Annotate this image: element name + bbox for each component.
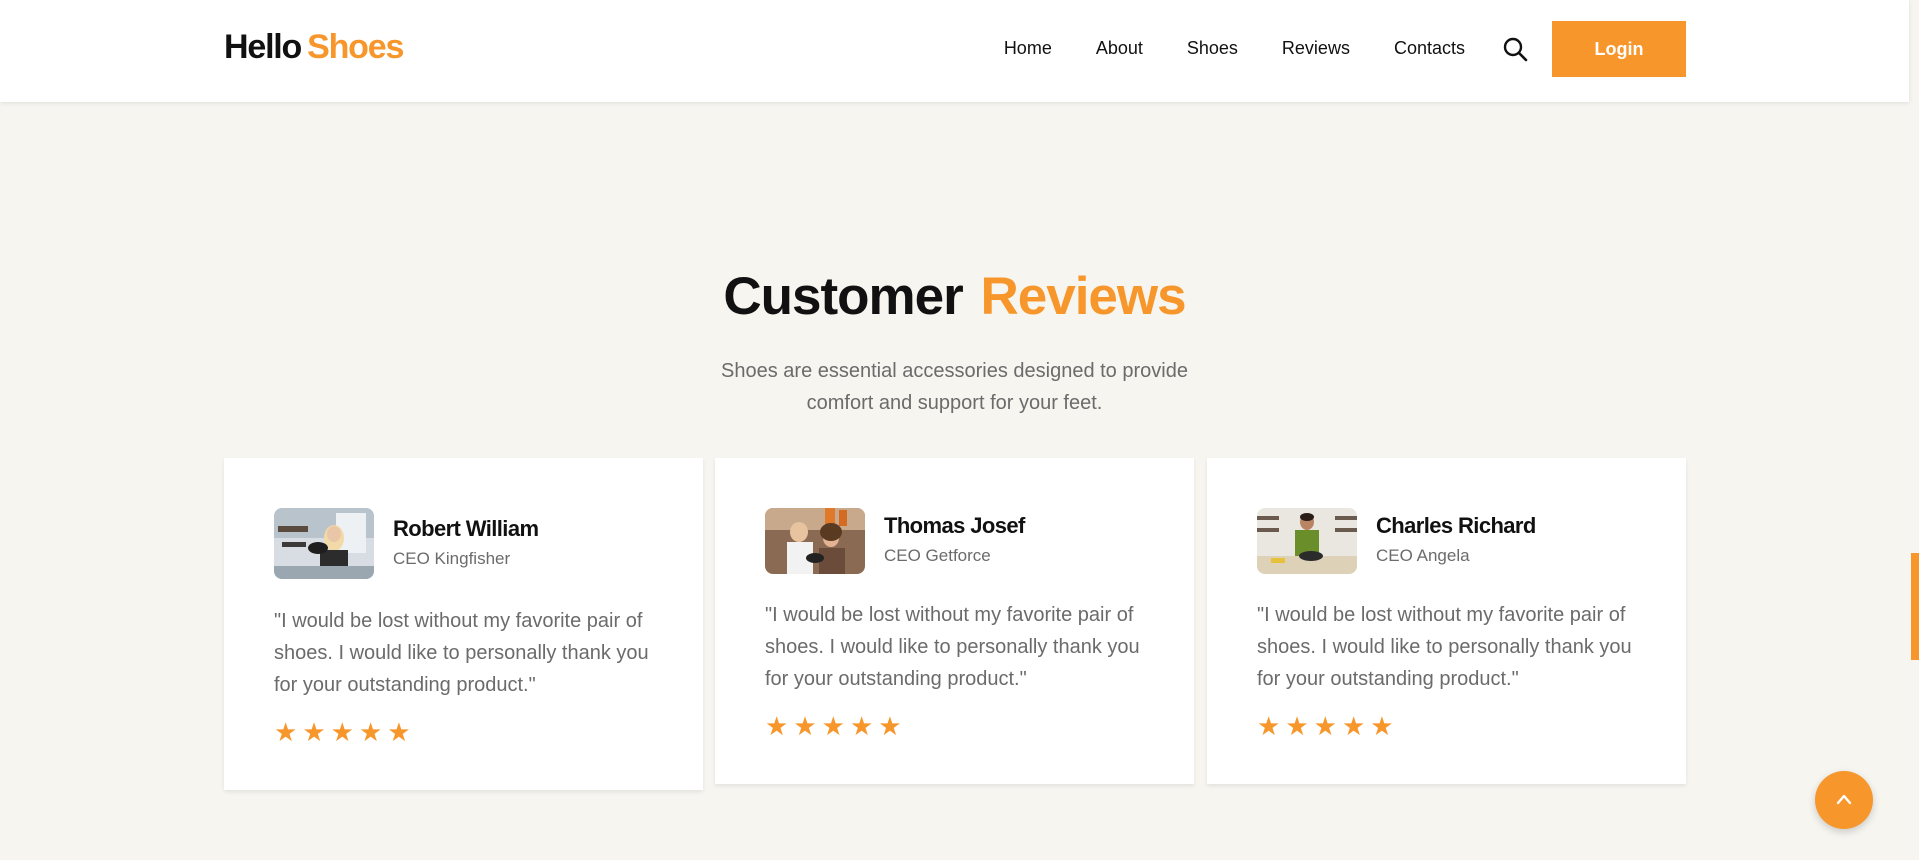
review-text: "I would be lost without my favorite pai… (274, 610, 649, 696)
nav-link-reviews[interactable]: Reviews (1282, 38, 1350, 59)
star-icon: ★ (1341, 711, 1366, 741)
reviewer-role: CEO Getforce (884, 546, 991, 565)
star-icon: ★ (849, 711, 874, 741)
star-icon: ★ (821, 711, 845, 741)
subtitle-line-1: Shoes are essential accessories designed… (721, 360, 1188, 382)
subtitle-line-2: comfort and support for your feet. (806, 392, 1103, 414)
star-icon: ★ (1257, 711, 1281, 741)
star-rating: ★ ★ ★ ★ ★ (274, 719, 411, 745)
star-icon: ★ (1313, 711, 1337, 741)
search-icon[interactable] (1502, 36, 1528, 62)
avatar (274, 508, 374, 579)
star-icon: ★ (1285, 711, 1309, 741)
logo-accent-text: Shoes (307, 28, 404, 66)
nav-link-contacts[interactable]: Contacts (1394, 38, 1465, 59)
section-subtitle: Shoes are essential accessories designed… (0, 355, 1909, 419)
reviewer-name: Charles Richard (1376, 513, 1536, 538)
star-rating: ★ ★ ★ ★ ★ (765, 713, 902, 739)
star-icon: ★ (330, 717, 354, 747)
star-icon: ★ (358, 717, 383, 747)
reviewer-name: Robert William (393, 516, 539, 541)
review-card: Robert William CEO Kingfisher "I would b… (224, 458, 703, 790)
top-navbar: Hello Shoes Home About Shoes Reviews Cont… (0, 0, 1909, 102)
nav-link-home[interactable]: Home (1004, 38, 1052, 59)
star-icon: ★ (274, 717, 298, 747)
avatar (765, 508, 865, 574)
star-icon: ★ (878, 711, 902, 741)
nav-link-shoes[interactable]: Shoes (1187, 38, 1238, 59)
reviewer-name: Thomas Josef (884, 513, 1025, 538)
login-button[interactable]: Login (1552, 21, 1686, 77)
review-card: Charles Richard CEO Angela "I would be l… (1207, 458, 1686, 784)
chevron-up-icon (1836, 794, 1852, 805)
review-text: "I would be lost without my favorite pai… (1257, 604, 1632, 690)
star-icon: ★ (387, 717, 411, 747)
star-icon: ★ (765, 711, 789, 741)
star-icon: ★ (302, 717, 326, 747)
reviewer-role: CEO Angela (1376, 546, 1470, 565)
star-icon: ★ (793, 711, 817, 741)
logo-primary-text: Hello (224, 28, 302, 66)
reviewer-role: CEO Kingfisher (393, 549, 511, 568)
review-card: Thomas Josef CEO Getforce "I would be lo… (715, 458, 1194, 784)
star-rating: ★ ★ ★ ★ ★ (1257, 713, 1394, 739)
avatar (1257, 508, 1357, 574)
review-text: "I would be lost without my favorite pai… (765, 604, 1140, 690)
star-icon: ★ (1370, 711, 1394, 741)
nav-link-about[interactable]: About (1096, 38, 1143, 59)
main-nav: Home About Shoes Reviews Contacts (1004, 38, 1465, 59)
title-primary: Customer (723, 267, 963, 326)
site-logo[interactable]: Hello Shoes (224, 28, 404, 67)
section-title: Customer Reviews (0, 266, 1909, 327)
scrollbar-thumb[interactable] (1911, 553, 1919, 660)
title-accent: Reviews (980, 267, 1186, 326)
scroll-to-top-button[interactable] (1815, 771, 1873, 829)
